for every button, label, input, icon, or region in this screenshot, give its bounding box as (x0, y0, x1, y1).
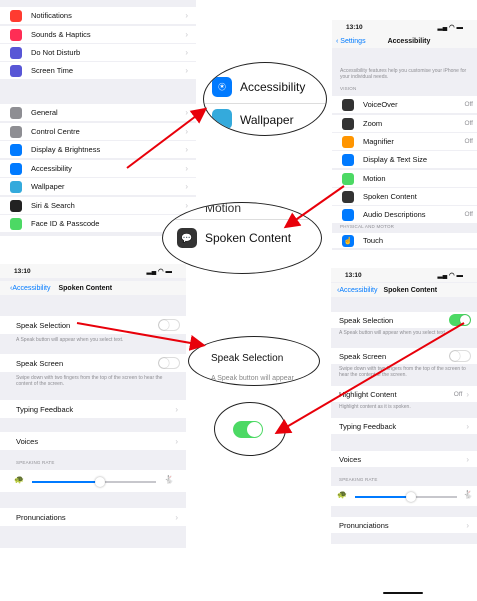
tutorial-collage: { "panel1": { "items": [ {"label":"Notif… (0, 0, 477, 601)
arrow-to-spoken-content (283, 185, 345, 229)
arrow-to-toggle (274, 322, 465, 435)
arrow-to-speak-selection (76, 322, 206, 351)
annotation-arrows (76, 107, 465, 435)
arrow-to-accessibility (126, 107, 208, 169)
